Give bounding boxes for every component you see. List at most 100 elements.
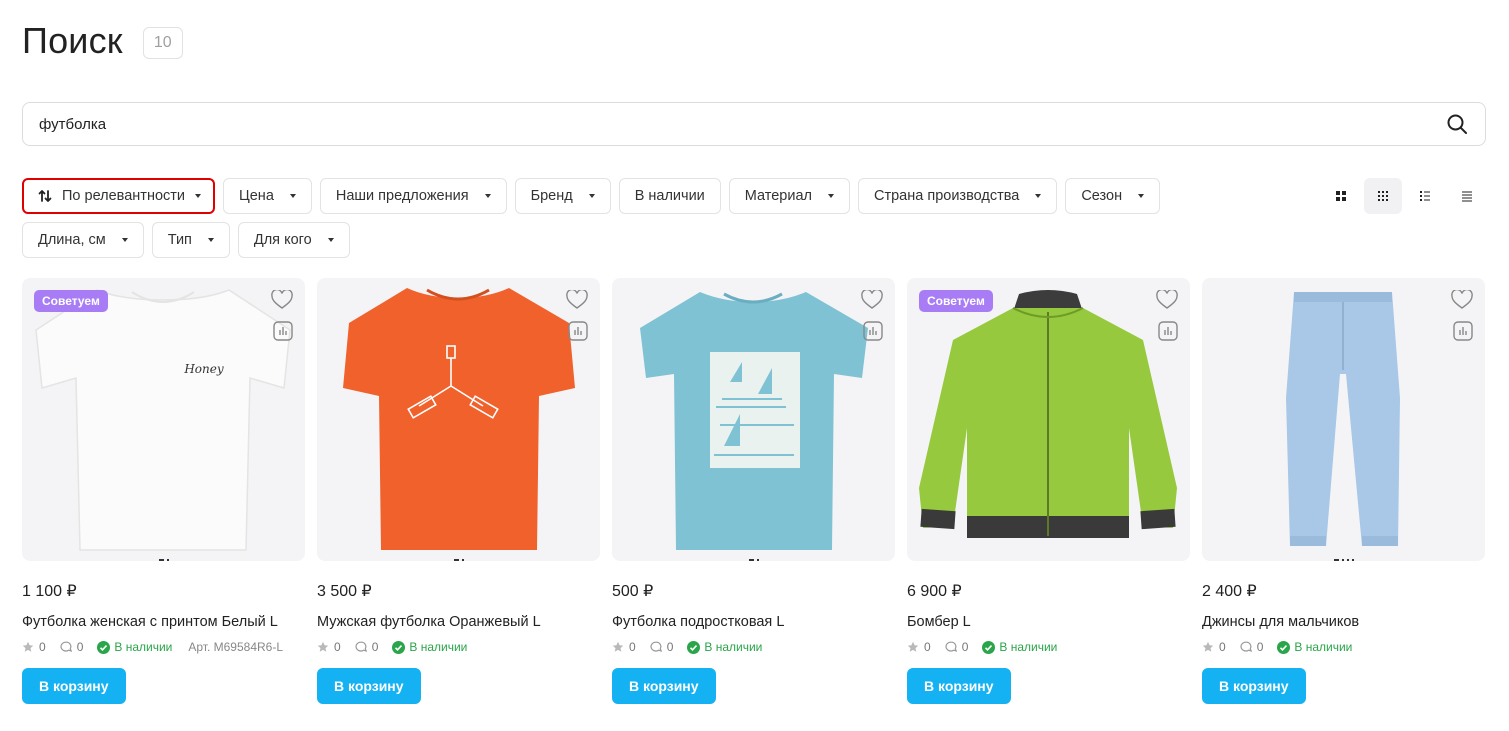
heart-icon[interactable] xyxy=(861,290,883,310)
product-card[interactable]: 3 500 ₽ Мужская футболка Оранжевый L 0 0… xyxy=(317,278,600,704)
compare-icon[interactable] xyxy=(568,321,588,341)
filter-material[interactable]: Материал xyxy=(728,178,850,214)
chevron-down-icon xyxy=(207,238,214,242)
star-icon xyxy=(612,641,624,652)
grid-small-icon xyxy=(1378,191,1388,201)
sort-label: По релевантности xyxy=(62,188,186,204)
star-icon xyxy=(907,641,919,652)
white-tshirt-image: Honey xyxy=(35,289,291,551)
product-price: 3 500 ₽ xyxy=(317,583,372,600)
compare-icon[interactable] xyxy=(1158,321,1178,341)
compare-icon[interactable] xyxy=(273,321,293,341)
product-title[interactable]: Бомбер L xyxy=(907,614,1190,630)
stock-status: В наличии xyxy=(1294,640,1353,654)
chevron-down-icon xyxy=(289,194,296,198)
heart-icon[interactable] xyxy=(271,290,293,310)
product-title[interactable]: Футболка женская с принтом Белый L xyxy=(22,614,305,630)
reviews-count: 0 xyxy=(76,640,84,654)
list-icon xyxy=(1420,191,1430,201)
product-image[interactable]: Советуем xyxy=(907,278,1190,561)
filter-label: Длина, см xyxy=(38,232,106,248)
add-to-cart-button[interactable]: В корзину xyxy=(1202,668,1306,704)
add-to-cart-button[interactable]: В корзину xyxy=(907,668,1011,704)
stock-status: В наличии xyxy=(409,640,468,654)
jeans-image xyxy=(1286,292,1400,546)
image-pager xyxy=(612,559,895,561)
filter-for-whom[interactable]: Для кого xyxy=(237,222,350,258)
chevron-down-icon xyxy=(1035,194,1042,198)
filter-price[interactable]: Цена xyxy=(223,178,312,214)
search-icon[interactable] xyxy=(1445,112,1469,136)
chevron-down-icon xyxy=(588,194,595,198)
filter-label: В наличии xyxy=(634,188,705,204)
view-compact-list-button[interactable] xyxy=(1448,178,1486,214)
filter-type[interactable]: Тип xyxy=(151,222,230,258)
product-card[interactable]: Советуем 6 900 ₽ Бомбер L 0 0 В наличии … xyxy=(907,278,1190,704)
product-meta: 0 0 В наличии Арт. M69584R6-L xyxy=(22,640,305,654)
rating-value: 0 xyxy=(924,640,931,654)
filter-in-stock[interactable]: В наличии xyxy=(618,178,721,214)
image-pager xyxy=(22,559,305,561)
product-title[interactable]: Джинсы для мальчиков xyxy=(1202,614,1485,630)
compact-list-icon xyxy=(1462,191,1472,202)
stock-status: В наличии xyxy=(999,640,1058,654)
view-list-button[interactable] xyxy=(1406,178,1444,214)
view-grid-large-button[interactable] xyxy=(1322,178,1360,214)
filter-country[interactable]: Страна производства xyxy=(858,178,1058,214)
product-image[interactable] xyxy=(1202,278,1485,561)
product-price: 2 400 ₽ xyxy=(1202,583,1257,600)
comment-icon xyxy=(355,641,367,652)
chevron-down-icon xyxy=(1138,194,1145,198)
sort-icon xyxy=(38,189,52,203)
chevron-down-icon xyxy=(484,194,491,198)
filter-label: Тип xyxy=(167,232,192,248)
product-title[interactable]: Мужская футболка Оранжевый L xyxy=(317,614,600,630)
star-icon xyxy=(317,641,329,652)
filter-label: Наши предложения xyxy=(335,188,469,204)
heart-icon[interactable] xyxy=(1156,290,1178,310)
recommended-badge: Советуем xyxy=(919,290,993,312)
stock-status: В наличии xyxy=(704,640,763,654)
filter-label: Сезон xyxy=(1081,188,1123,204)
filter-length[interactable]: Длина, см xyxy=(22,222,144,258)
results-count-badge: 10 xyxy=(142,26,183,59)
product-price: 500 ₽ xyxy=(612,583,654,600)
product-image[interactable] xyxy=(612,278,895,561)
product-card[interactable]: Honey Советуем 1 100 ₽ Футболка женская … xyxy=(22,278,305,704)
filter-label: Для кого xyxy=(253,232,312,248)
product-title[interactable]: Футболка подростковая L xyxy=(612,614,895,630)
sort-dropdown[interactable]: По релевантности xyxy=(22,178,216,214)
add-to-cart-button[interactable]: В корзину xyxy=(22,668,126,704)
stock-status: В наличии xyxy=(114,640,173,654)
add-to-cart-button[interactable]: В корзину xyxy=(317,668,421,704)
reviews-count: 0 xyxy=(371,640,379,654)
product-grid: Honey Советуем 1 100 ₽ Футболка женская … xyxy=(22,278,1485,704)
reviews-count: 0 xyxy=(666,640,674,654)
compare-icon[interactable] xyxy=(1453,321,1473,341)
chevron-down-icon xyxy=(195,194,202,198)
product-sku: Арт. M69584R6-L xyxy=(188,640,284,654)
heart-icon[interactable] xyxy=(566,290,588,310)
view-grid-small-button[interactable] xyxy=(1364,178,1402,214)
green-bomber-image xyxy=(919,290,1177,538)
reviews-count: 0 xyxy=(961,640,969,654)
search-input[interactable] xyxy=(39,115,1445,133)
chevron-down-icon xyxy=(121,238,128,242)
product-card[interactable]: 500 ₽ Футболка подростковая L 0 0 В нали… xyxy=(612,278,895,704)
product-image[interactable]: Honey Советуем xyxy=(22,278,305,561)
product-meta: 0 0 В наличии xyxy=(907,640,1190,654)
search-box[interactable] xyxy=(22,102,1486,146)
rating-value: 0 xyxy=(334,640,341,654)
product-meta: 0 0 В наличии xyxy=(612,640,895,654)
filter-offers[interactable]: Наши предложения xyxy=(319,178,507,214)
star-icon xyxy=(22,641,34,652)
compare-icon[interactable] xyxy=(863,321,883,341)
page-header: Поиск 10 xyxy=(22,20,183,62)
product-image[interactable] xyxy=(317,278,600,561)
heart-icon[interactable] xyxy=(1451,290,1473,310)
add-to-cart-button[interactable]: В корзину xyxy=(612,668,716,704)
product-card[interactable]: 2 400 ₽ Джинсы для мальчиков 0 0 В налич… xyxy=(1202,278,1485,704)
filter-label: Материал xyxy=(744,188,812,204)
filter-season[interactable]: Сезон xyxy=(1065,178,1161,214)
filter-brand[interactable]: Бренд xyxy=(514,178,611,214)
